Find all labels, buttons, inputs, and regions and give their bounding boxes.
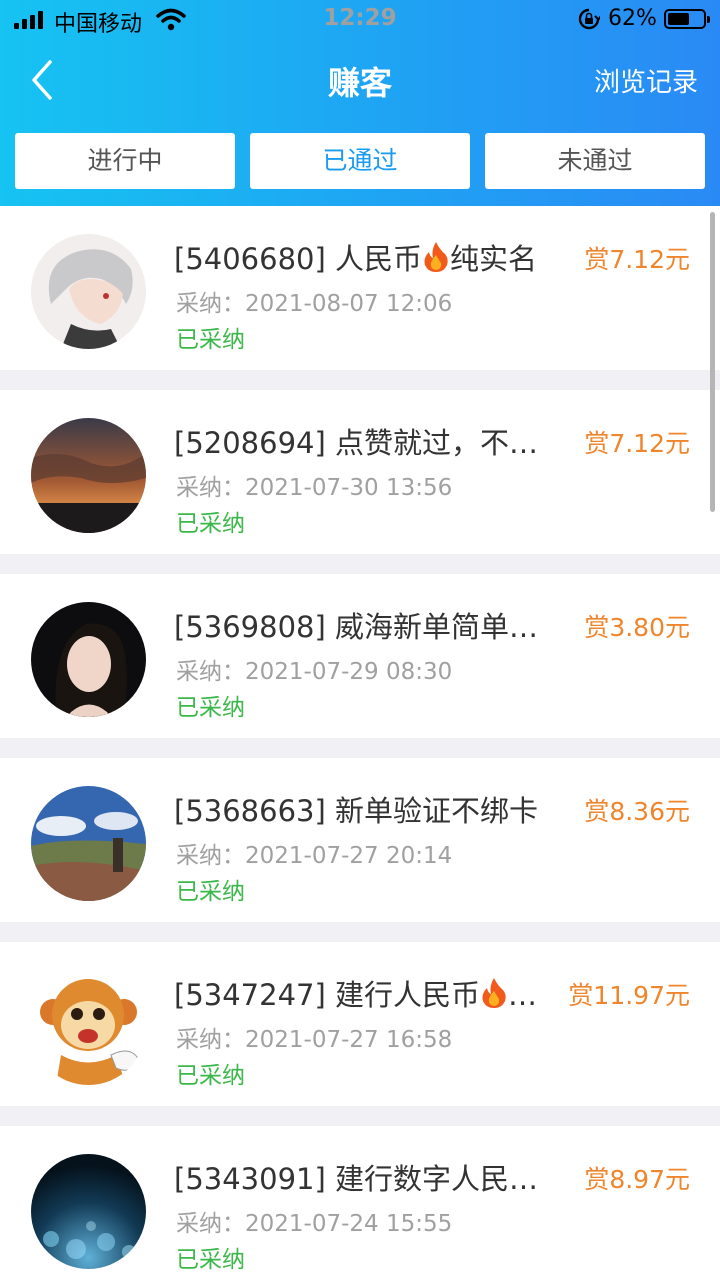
battery-icon — [664, 9, 710, 29]
item-title: [5368663] 新单验证不绑卡 — [174, 794, 539, 828]
status-label: 已采纳 — [176, 879, 245, 905]
status-label: 已采纳 — [176, 695, 245, 721]
reward-amount: 赏7.12元 — [584, 429, 690, 458]
reward-amount: 赏3.80元 — [584, 613, 690, 642]
list-item[interactable]: [5208694] 点赞就过，不… 赏7.12元 采纳：2021-07-30 1… — [0, 390, 720, 554]
adopt-time: 采纳：2021-08-07 12:06 — [176, 291, 453, 317]
adopt-time: 采纳：2021-07-30 13:56 — [176, 475, 453, 501]
browse-history-button[interactable]: 浏览记录 — [594, 62, 698, 99]
reward-amount: 赏8.97元 — [584, 1165, 690, 1194]
reward-amount: 赏11.97元 — [568, 981, 690, 1010]
list-item[interactable]: [5347247] 建行人民币… 赏11.97元 采纳：2021-07-27 1… — [0, 942, 720, 1106]
fire-icon — [424, 242, 448, 272]
landscape-avatar-icon — [31, 786, 146, 901]
rotation-lock-icon — [578, 8, 600, 30]
battery-percent: 62% — [608, 6, 657, 31]
list-item[interactable]: [5406680] 人民币 纯实名 赏7.12元 采纳：2021-08-07 12… — [0, 206, 720, 370]
item-title: [5406680] 人民币 纯实名 — [174, 242, 538, 276]
tab-bar: 进行中 已通过 未通过 — [0, 133, 720, 189]
adopt-time: 采纳：2021-07-27 20:14 — [176, 843, 453, 869]
reward-amount: 赏7.12元 — [584, 245, 690, 274]
list-item[interactable]: [5343091] 建行数字人民… 赏8.97元 采纳：2021-07-24 1… — [0, 1126, 720, 1280]
adopt-time: 采纳：2021-07-27 16:58 — [176, 1027, 453, 1053]
back-arrow-icon[interactable] — [26, 58, 60, 102]
adopt-time: 采纳：2021-07-24 15:55 — [176, 1211, 453, 1237]
status-label: 已采纳 — [176, 511, 245, 537]
item-title: [5208694] 点赞就过，不… — [174, 426, 539, 460]
portrait-avatar-icon — [31, 602, 146, 717]
status-label: 已采纳 — [176, 327, 245, 353]
list-item[interactable]: [5368663] 新单验证不绑卡 赏8.36元 采纳：2021-07-27 2… — [0, 758, 720, 922]
list-item[interactable]: [5369808] 威海新单简单… 赏3.80元 采纳：2021-07-29 0… — [0, 574, 720, 738]
status-bar: 中国移动 12:29 62% — [0, 0, 720, 40]
tab-in-progress[interactable]: 进行中 — [15, 133, 235, 189]
header-bar: 中国移动 12:29 62% 赚客 浏览记录 进行中 已通过 未通过 — [0, 0, 720, 206]
tab-passed[interactable]: 已通过 — [250, 133, 470, 189]
anime-avatar-icon — [31, 234, 146, 349]
bokeh-avatar-icon — [31, 1154, 146, 1269]
task-list: [5406680] 人民币 纯实名 赏7.12元 采纳：2021-08-07 12… — [0, 206, 720, 1280]
reward-amount: 赏8.36元 — [584, 797, 690, 826]
tab-not-passed[interactable]: 未通过 — [485, 133, 705, 189]
item-title: [5343091] 建行数字人民… — [174, 1162, 539, 1196]
fire-icon — [482, 978, 506, 1008]
sunset-avatar-icon — [31, 418, 146, 533]
scrollbar[interactable] — [710, 212, 715, 512]
item-title: [5347247] 建行人民币… — [174, 978, 538, 1012]
status-label: 已采纳 — [176, 1063, 245, 1089]
item-title: [5369808] 威海新单简单… — [174, 610, 539, 644]
monkey-avatar-icon — [31, 970, 146, 1085]
status-label: 已采纳 — [176, 1247, 245, 1273]
adopt-time: 采纳：2021-07-29 08:30 — [176, 659, 453, 685]
